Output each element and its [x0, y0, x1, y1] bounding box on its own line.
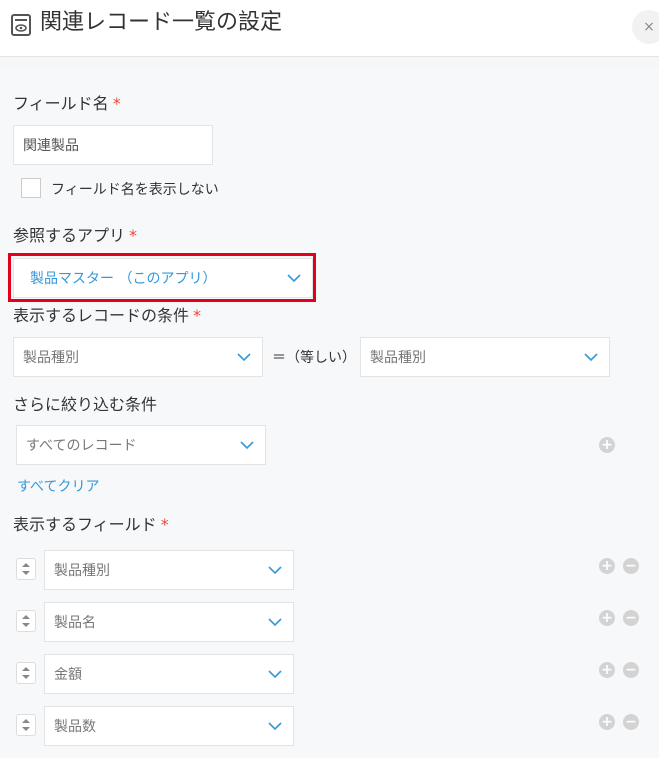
minus-icon: −	[625, 662, 637, 678]
minus-icon: −	[625, 714, 637, 730]
related-records-icon	[11, 14, 31, 36]
sort-arrows-icon	[22, 615, 30, 627]
plus-icon: +	[601, 437, 613, 453]
dialog-header: 関連レコード一覧の設定 ×	[0, 0, 659, 57]
filter-condition-label: さらに絞り込む条件	[13, 395, 158, 414]
add-field-button[interactable]: +	[599, 714, 615, 730]
required-mark: *	[160, 515, 169, 534]
highlight-box	[8, 253, 316, 302]
hide-field-name-label: フィールド名を表示しない	[51, 182, 219, 198]
required-mark: *	[112, 94, 121, 113]
chevron-down-icon	[268, 670, 282, 679]
hide-field-name-checkbox[interactable]	[21, 178, 41, 198]
plus-icon: +	[601, 714, 613, 730]
row-sort-handle[interactable]	[16, 610, 36, 632]
row-sort-handle[interactable]	[16, 662, 36, 684]
row-sort-handle[interactable]	[16, 558, 36, 580]
filter-condition-value: すべてのレコード	[26, 438, 137, 454]
chevron-down-icon	[240, 441, 254, 450]
dialog-title: 関連レコード一覧の設定	[40, 10, 283, 35]
minus-icon: −	[625, 558, 637, 574]
remove-field-button[interactable]: −	[623, 610, 639, 626]
required-mark: *	[129, 226, 138, 245]
condition-left-field-value: 製品種別	[23, 350, 79, 366]
add-field-button[interactable]: +	[599, 662, 615, 678]
display-field-select[interactable]: 製品数	[44, 706, 294, 746]
reference-app-label: 参照するアプリ *	[13, 226, 138, 245]
close-button[interactable]: ×	[632, 10, 659, 44]
display-field-value: 金額	[54, 667, 82, 683]
field-name-label: フィールド名 *	[13, 94, 121, 113]
condition-left-field-select[interactable]: 製品種別	[13, 337, 263, 377]
display-fields-label: 表示するフィールド *	[13, 515, 169, 534]
sort-arrows-icon	[22, 563, 30, 575]
chevron-down-icon	[268, 722, 282, 731]
chevron-down-icon	[268, 566, 282, 575]
condition-right-field-value: 製品種別	[370, 350, 426, 366]
display-condition-label: 表示するレコードの条件 *	[13, 306, 202, 325]
add-field-button[interactable]: +	[599, 610, 615, 626]
chevron-down-icon	[268, 618, 282, 627]
sort-arrows-icon	[22, 719, 30, 731]
minus-icon: −	[625, 610, 637, 626]
filter-condition-select[interactable]: すべてのレコード	[16, 425, 266, 465]
close-icon: ×	[643, 19, 655, 35]
required-mark: *	[193, 306, 202, 325]
remove-field-button[interactable]: −	[623, 558, 639, 574]
condition-operator: ＝（等しい）	[272, 350, 356, 366]
condition-right-field-select[interactable]: 製品種別	[360, 337, 610, 377]
remove-field-button[interactable]: −	[623, 714, 639, 730]
add-filter-button[interactable]: +	[599, 437, 615, 453]
row-sort-handle[interactable]	[16, 714, 36, 736]
display-field-value: 製品数	[54, 719, 96, 735]
sort-arrows-icon	[22, 667, 30, 679]
plus-icon: +	[601, 558, 613, 574]
display-field-select[interactable]: 製品種別	[44, 550, 294, 590]
chevron-down-icon	[237, 353, 251, 362]
plus-icon: +	[601, 610, 613, 626]
chevron-down-icon	[584, 353, 598, 362]
display-field-value: 製品種別	[54, 563, 110, 579]
clear-all-link[interactable]: すべてクリア	[17, 476, 99, 496]
display-field-select[interactable]: 金額	[44, 654, 294, 694]
plus-icon: +	[601, 662, 613, 678]
add-field-button[interactable]: +	[599, 558, 615, 574]
display-field-select[interactable]: 製品名	[44, 602, 294, 642]
display-field-value: 製品名	[54, 615, 96, 631]
field-name-input[interactable]: 関連製品	[13, 125, 213, 165]
remove-field-button[interactable]: −	[623, 662, 639, 678]
